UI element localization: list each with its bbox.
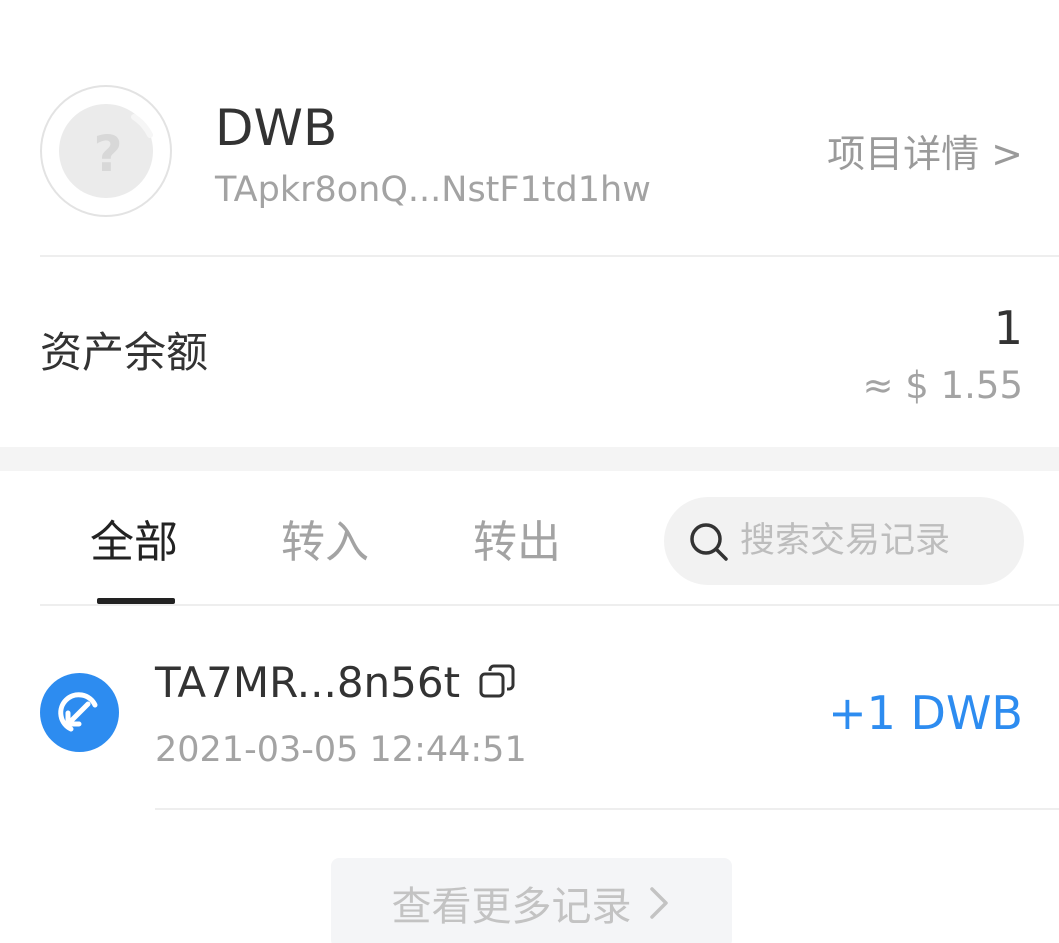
token-name: DWB (215, 99, 338, 157)
svg-text:?: ? (93, 125, 122, 183)
tab-all[interactable]: 全部 (90, 515, 178, 571)
transaction-divider (155, 808, 1059, 810)
balance-usd-value: ≈ $ 1.55 (862, 364, 1023, 407)
tab-outgoing[interactable]: 转出 (473, 515, 561, 571)
chevron-right-icon (649, 887, 668, 919)
balance-amount: 1 (993, 301, 1023, 355)
section-separator (0, 447, 1059, 471)
copy-icon[interactable] (478, 663, 516, 701)
search-icon (690, 523, 728, 561)
header-divider (40, 255, 1059, 257)
transaction-amount: +1 DWB (828, 686, 1023, 740)
token-header: ? DWB TApkr8onQ...NstF1td1hw 项目详情 > (0, 0, 1059, 256)
tab-incoming[interactable]: 转入 (281, 515, 369, 571)
project-detail-link[interactable]: 项目详情 > (827, 130, 1023, 178)
transfer-in-icon (40, 673, 119, 752)
transaction-time: 2021-03-05 12:44:51 (155, 730, 527, 770)
token-avatar: ? (40, 85, 172, 217)
search-box[interactable] (664, 497, 1024, 585)
view-more-label: 查看更多记录 (391, 884, 632, 930)
tabs-divider (40, 604, 1059, 606)
token-contract-address: TApkr8onQ...NstF1td1hw (215, 170, 651, 210)
transaction-address: TA7MR...8n56t (155, 658, 461, 707)
balance-label: 资产余额 (40, 328, 209, 377)
token-detail-page: ? DWB TApkr8onQ...NstF1td1hw 项目详情 > 资产余额… (0, 0, 1059, 943)
view-more-records-button[interactable]: 查看更多记录 (331, 858, 732, 943)
search-input[interactable] (740, 517, 1010, 565)
question-mark-icon: ? (93, 114, 153, 183)
